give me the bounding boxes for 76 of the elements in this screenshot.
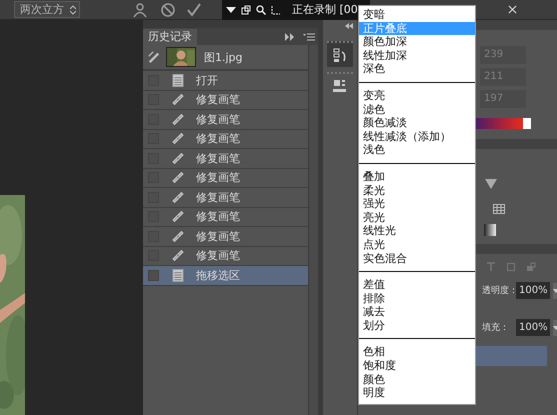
menu-item[interactable]: 减去 (359, 305, 475, 319)
frame-icon[interactable] (241, 4, 251, 14)
fill-label: 填充： (482, 322, 510, 334)
menu-item[interactable]: 差值 (359, 278, 475, 292)
history-step[interactable]: 打开 (143, 71, 308, 90)
menu-item[interactable]: 亮光 (359, 210, 475, 224)
history-tab[interactable]: 历史记录 (143, 29, 197, 45)
history-panel-button[interactable] (327, 41, 353, 67)
document-icon (172, 268, 184, 282)
menu-item[interactable]: 颜色减淡 (359, 116, 475, 130)
menu-icon[interactable] (303, 33, 315, 41)
bandage-icon (172, 171, 184, 184)
menu-item[interactable]: 明度 (359, 386, 475, 400)
menu-item[interactable]: 滤色 (359, 102, 475, 116)
menu-item[interactable]: 实色混合 (359, 252, 475, 266)
spinner-icon (70, 4, 76, 14)
opacity-field[interactable]: 100% (516, 282, 550, 299)
history-step[interactable]: 修复画笔 (143, 90, 308, 110)
color-ramp[interactable] (476, 118, 531, 129)
menu-item[interactable]: 色相 (359, 345, 475, 360)
layer-row[interactable] (473, 346, 547, 366)
checkbox[interactable] (148, 270, 159, 281)
history-step[interactable]: 拖移选区 (143, 266, 308, 286)
menu-item[interactable]: 划分 (359, 318, 475, 332)
collapse-icon[interactable] (344, 23, 354, 29)
menu-item[interactable]: 颜色 (359, 372, 475, 386)
bandage-icon (172, 210, 184, 224)
history-icon (332, 47, 348, 63)
history-step[interactable]: 修复画笔 (143, 130, 308, 149)
bandage-icon (172, 230, 184, 243)
snapshot-name[interactable]: 图1.jpg (204, 50, 243, 64)
bandage-icon (172, 152, 184, 165)
opacity-label: 透明度： (482, 284, 516, 297)
menu-item[interactable]: 颜色加深 (359, 35, 475, 49)
history-step[interactable]: 修复画笔 (143, 188, 308, 208)
crop-icon[interactable] (271, 4, 281, 14)
menu-item[interactable]: 饱和度 (359, 359, 475, 373)
grid-icon[interactable] (493, 204, 505, 214)
figure-icon[interactable] (132, 2, 148, 18)
history-step[interactable]: 修复画笔 (143, 149, 308, 168)
menu-item[interactable]: 变暗 (359, 8, 475, 22)
check-icon[interactable] (186, 2, 202, 18)
interpolation-select[interactable]: 两次立方 (14, 1, 80, 18)
history-step[interactable]: 修复画笔 (143, 208, 308, 227)
caret-icon[interactable] (226, 4, 236, 14)
menu-item[interactable]: 变亮 (359, 88, 475, 103)
bandage-icon (172, 249, 184, 262)
document-icon (172, 74, 184, 87)
bandage-icon (172, 93, 184, 106)
properties-icon (332, 78, 348, 94)
brush-icon[interactable] (148, 51, 160, 63)
menu-item[interactable]: 线性加深 (359, 48, 475, 62)
menu-item[interactable]: 叠加 (359, 170, 475, 184)
menu-item[interactable]: 点光 (359, 238, 475, 252)
triangle-icon[interactable] (485, 179, 497, 189)
history-step[interactable]: 修复画笔 (143, 227, 308, 246)
recording-status: 正在录制 [00 (292, 2, 358, 17)
gradient-icon[interactable] (484, 224, 496, 236)
fill-field[interactable]: 100% (516, 319, 550, 336)
menu-item[interactable]: 线性光 (359, 224, 475, 238)
history-step[interactable]: 修复画笔 (143, 110, 308, 130)
cancel-icon[interactable] (160, 2, 176, 18)
menu-item[interactable]: 柔光 (359, 184, 475, 198)
menu-item[interactable]: 深色 (359, 62, 475, 76)
menu-item[interactable]: 强光 (359, 197, 475, 211)
bandage-icon (172, 112, 184, 126)
close-icon[interactable] (508, 5, 517, 14)
menu-item[interactable]: 排除 (359, 292, 475, 306)
menu-item[interactable]: 线性减淡（添加） (359, 130, 475, 144)
collapse-icon[interactable] (285, 33, 295, 41)
scrollbar-track[interactable] (308, 45, 318, 415)
search-icon[interactable] (256, 4, 266, 14)
menu-item[interactable]: 浅色 (359, 143, 475, 157)
history-step[interactable]: 修复画笔 (143, 168, 308, 188)
bandage-icon (172, 132, 184, 146)
bandage-icon (172, 190, 184, 204)
